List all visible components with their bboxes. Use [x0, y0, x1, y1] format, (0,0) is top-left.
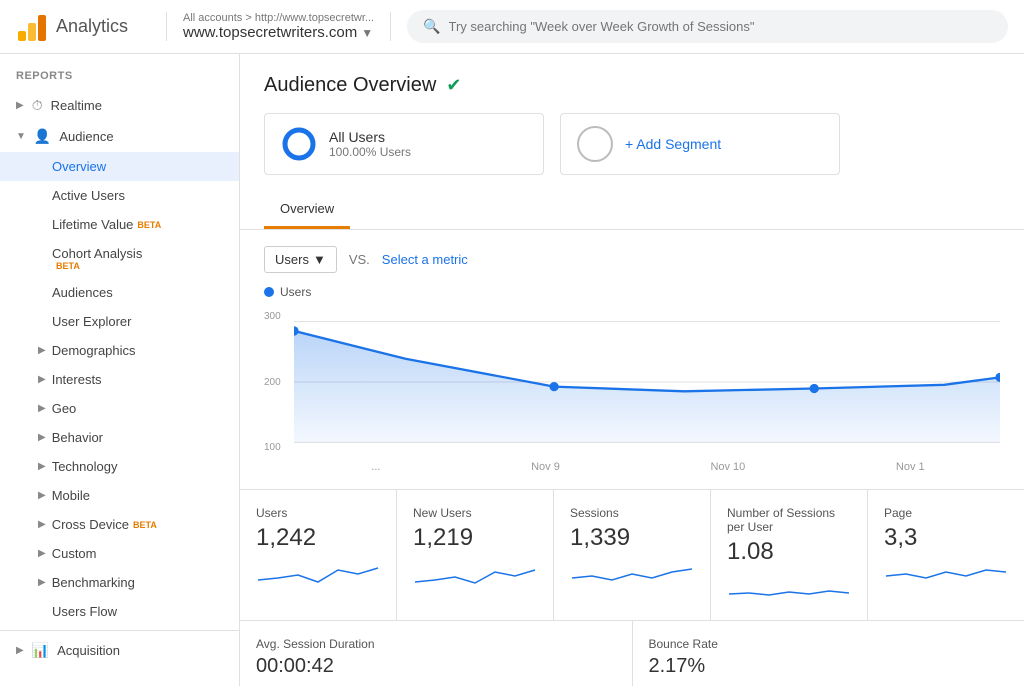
y-label-100: 100: [264, 442, 294, 453]
sidebar-item-user-explorer[interactable]: User Explorer: [0, 307, 239, 336]
chart-svg: [294, 307, 1000, 457]
account-selector[interactable]: All accounts > http://www.topsecretwr...…: [166, 12, 391, 41]
beta-badge-cross-device: BETA: [133, 520, 157, 530]
chart-canvas: [294, 307, 1000, 457]
mobile-expand-icon: ▶: [38, 490, 46, 501]
page-title: Audience Overview: [264, 74, 436, 97]
search-bar[interactable]: 🔍: [407, 10, 1008, 43]
mini-chart-users: [256, 560, 380, 590]
vs-label: VS.: [349, 252, 370, 267]
search-icon: 🔍: [423, 18, 440, 35]
reports-label: REPORTS: [0, 54, 239, 90]
person-icon: 👤: [34, 128, 51, 145]
x-label-nov1: Nov 1: [896, 461, 925, 473]
sidebar-item-audience[interactable]: ▼ 👤 Audience: [0, 121, 239, 152]
clock-icon: ⏱: [32, 97, 43, 114]
y-axis: 300 200 100: [264, 307, 294, 457]
metric-card-sessions-per-user: Number of Sessions per User 1.08: [711, 490, 868, 620]
main-body: REPORTS ▶ ⏱ Realtime ▼ 👤 Audience Overvi…: [0, 54, 1024, 686]
beta-badge-lifetime: BETA: [137, 220, 161, 230]
segment-info: All Users 100.00% Users: [329, 129, 411, 159]
sidebar-item-interests[interactable]: ▶ Interests: [0, 365, 239, 394]
site-dropdown-arrow: ▼: [361, 26, 373, 40]
sidebar-item-geo[interactable]: ▶ Geo: [0, 394, 239, 423]
sidebar: REPORTS ▶ ⏱ Realtime ▼ 👤 Audience Overvi…: [0, 54, 240, 686]
sidebar-item-technology[interactable]: ▶ Technology: [0, 452, 239, 481]
dropdown-arrow-icon: ▼: [313, 252, 326, 267]
segment-add-circle: [577, 126, 613, 162]
expand-down-icon: ▼: [16, 131, 26, 142]
cross-device-expand-icon: ▶: [38, 519, 46, 530]
mini-chart-sessions: [570, 560, 694, 590]
x-label-nov9: Nov 9: [531, 461, 560, 473]
logo-area: Analytics: [16, 11, 166, 43]
expand-icon: ▶: [16, 100, 24, 111]
interests-expand-icon: ▶: [38, 374, 46, 385]
analytics-logo-icon: [16, 11, 48, 43]
mini-chart-new-users: [413, 560, 537, 590]
x-axis: ... Nov 9 Nov 10 Nov 1: [264, 457, 1000, 473]
tabs-row: Overview: [240, 191, 1024, 230]
benchmarking-expand-icon: ▶: [38, 577, 46, 588]
sidebar-item-cohort-analysis[interactable]: Cohort AnalysisBETA: [0, 239, 239, 278]
search-input[interactable]: [449, 19, 993, 34]
verified-icon: ✔: [446, 75, 461, 96]
site-url[interactable]: www.topsecretwriters.com ▼: [183, 24, 374, 41]
legend-dot-users: [264, 287, 274, 297]
sidebar-item-lifetime-value[interactable]: Lifetime Value BETA: [0, 210, 239, 239]
sidebar-item-custom[interactable]: ▶ Custom: [0, 539, 239, 568]
metric-card-bounce-rate: Bounce Rate 2.17%: [633, 621, 1024, 686]
sidebar-item-active-users[interactable]: Active Users: [0, 181, 239, 210]
acquisition-expand-icon: ▶: [16, 645, 24, 656]
sidebar-item-behavior[interactable]: ▶ Behavior: [0, 423, 239, 452]
x-label-0: ...: [371, 461, 380, 473]
segment-all-users[interactable]: All Users 100.00% Users: [264, 113, 544, 175]
segments-row: All Users 100.00% Users + Add Segment: [240, 113, 1024, 191]
breadcrumb: All accounts > http://www.topsecretwr...: [183, 12, 374, 24]
chart-icon: 📊: [32, 642, 49, 659]
y-label-200: 200: [264, 377, 294, 388]
top-header: Analytics All accounts > http://www.tops…: [0, 0, 1024, 54]
metric-card-pages: Page 3,3: [868, 490, 1024, 620]
sidebar-item-cross-device[interactable]: ▶ Cross Device BETA: [0, 510, 239, 539]
demographics-expand-icon: ▶: [38, 345, 46, 356]
metrics-cards-row2: Avg. Session Duration 00:00:42 Bounce Ra…: [240, 620, 1024, 686]
mini-chart-sessions-per-user: [727, 574, 851, 604]
behavior-expand-icon: ▶: [38, 432, 46, 443]
geo-expand-icon: ▶: [38, 403, 46, 414]
mini-chart-pages: [884, 560, 1008, 590]
metric-dropdown[interactable]: Users ▼: [264, 246, 337, 273]
beta-badge-cohort: BETA: [56, 261, 223, 271]
chart-wrapper: 300 200 100: [264, 307, 1000, 457]
sidebar-divider: [0, 630, 239, 631]
technology-expand-icon: ▶: [38, 461, 46, 472]
sidebar-item-benchmarking[interactable]: ▶ Benchmarking: [0, 568, 239, 597]
segment-donut-icon: [281, 126, 317, 162]
segment-add-button[interactable]: + Add Segment: [560, 113, 840, 175]
metric-selector-row: Users ▼ VS. Select a metric: [264, 246, 1000, 273]
metric-card-sessions: Sessions 1,339: [554, 490, 711, 620]
metric-card-avg-session: Avg. Session Duration 00:00:42: [240, 621, 633, 686]
y-label-300: 300: [264, 311, 294, 322]
x-label-nov10: Nov 10: [710, 461, 745, 473]
sidebar-item-realtime[interactable]: ▶ ⏱ Realtime: [0, 90, 239, 121]
sidebar-item-overview[interactable]: Overview: [0, 152, 239, 181]
chart-legend: Users: [264, 285, 1000, 299]
chart-area: Users ▼ VS. Select a metric Users 300 20…: [240, 230, 1024, 489]
app-title: Analytics: [56, 16, 128, 37]
metric-card-new-users: New Users 1,219: [397, 490, 554, 620]
compare-metric-button[interactable]: Select a metric: [382, 252, 468, 267]
tab-overview[interactable]: Overview: [264, 191, 350, 229]
custom-expand-icon: ▶: [38, 548, 46, 559]
sidebar-item-audiences[interactable]: Audiences: [0, 278, 239, 307]
sidebar-item-users-flow[interactable]: Users Flow: [0, 597, 239, 626]
content-header: Audience Overview ✔: [240, 54, 1024, 113]
content-area: Audience Overview ✔ All Users 100.00% Us…: [240, 54, 1024, 686]
sidebar-item-demographics[interactable]: ▶ Demographics: [0, 336, 239, 365]
sidebar-item-mobile[interactable]: ▶ Mobile: [0, 481, 239, 510]
sidebar-item-acquisition[interactable]: ▶ 📊 Acquisition: [0, 635, 239, 666]
metric-card-users: Users 1,242: [240, 490, 397, 620]
metrics-cards-row1: Users 1,242 New Users 1,219 Sessions 1,3…: [240, 489, 1024, 620]
